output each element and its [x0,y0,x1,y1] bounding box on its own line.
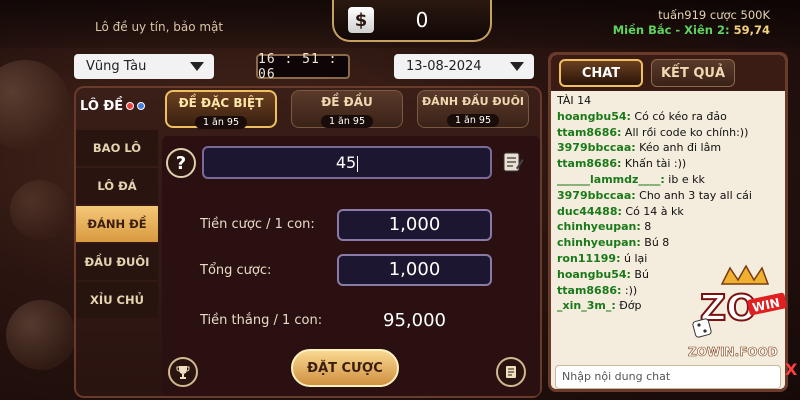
bet-per-input[interactable]: 1,000 [337,209,492,241]
place-bet-button[interactable]: ĐẶT CƯỢC [291,349,399,387]
tab-de-dau[interactable]: ĐỀ ĐẦU 1 ăn 95 [291,90,403,128]
lode-logo-text: LÔ ĐỀ [80,98,124,114]
trophy-button[interactable] [168,357,198,387]
chat-text: Khấn tài :)) [621,157,687,171]
chat-username[interactable]: hoangbu54: [557,110,631,123]
side-item-danh-de[interactable]: ĐÁNH ĐỀ [76,206,158,242]
side-item-dau-duoi[interactable]: ĐẦU ĐUÔI [76,244,158,280]
chat-tabs: CHAT KẾT QUẢ [551,55,785,91]
win-per-value: 95,000 [383,310,446,331]
chat-username[interactable]: chinhyeupan: [557,236,641,249]
recent-bet-line: tuấn919 cược 500K [658,8,770,22]
date-select[interactable]: 13-08-2024 [394,54,534,79]
chat-message: ______lammdz____: ib e kk [557,172,785,188]
tab-de-dac-biet[interactable]: ĐỀ ĐẶC BIỆT 1 ăn 95 [165,90,277,129]
background-ball [0,60,70,150]
side-item-lo-da[interactable]: LÔ ĐÁ [76,168,158,204]
chat-message: duc44488: Có 14 à kk [557,204,785,220]
chat-username[interactable]: ttam8686: [557,157,621,170]
text-cursor [357,155,359,172]
region-odds-line: Miền Bắc - Xiên 2: 59,74 [613,23,770,38]
lode-logo: LÔ ĐỀ [80,93,156,119]
chat-message: hoangbu54: Có có kéo ra đảo [557,109,785,125]
chat-message: 3979bbccaa: Cho anh 3 tay all cái [557,188,785,204]
history-button[interactable] [496,357,526,387]
lottery-ball-icon [126,102,135,110]
bet-type-tabs: ĐỀ ĐẶC BIỆT 1 ăn 95 ĐỀ ĐẦU 1 ăn 95 ĐÁNH … [165,90,535,130]
notepad-icon[interactable] [502,151,524,173]
tab-ket-qua[interactable]: KẾT QUẢ [651,59,735,87]
number-input[interactable]: 45 [202,146,492,179]
site-subtitle: Lô đề uy tín, bảo mật [95,20,224,34]
chat-text: Có có kéo ra đảo [630,109,727,123]
chat-text: Kéo anh đi lâm [635,141,722,155]
background-ball [10,180,70,240]
chat-text: 8 [640,220,652,234]
side-item-bao-lo[interactable]: BAO LÔ [76,130,158,166]
chat-username[interactable]: duc44488: [557,205,622,218]
chat-text: ú lại [620,251,648,265]
region-odds-value: 59,74 [733,23,770,37]
balance-box: $ 0 [332,0,492,42]
odds-badge: 1 ăn 95 [320,115,373,128]
balance-value: 0 [415,8,429,32]
total-bet-label: Tổng cược: [200,263,272,278]
receipt-icon [506,366,516,378]
chat-username[interactable]: hoangbu54: [557,268,631,281]
total-bet-value: 1,000 [337,254,492,286]
region-label: Miền Bắc - Xiên 2: [612,23,730,37]
dollar-icon: $ [348,7,374,33]
odds-badge: 1 ăn 95 [446,114,499,127]
odds-badge: 1 ăn 95 [194,116,247,129]
chat-message: TÀI 14 [557,93,785,109]
tab-chat[interactable]: CHAT [559,59,643,87]
chat-text: Có 14 à kk [621,204,684,218]
chat-text: ib e kk [664,172,705,186]
chevron-down-icon [510,62,524,71]
chat-text: Bú [630,267,649,281]
lottery-ball-icon [137,102,146,110]
svg-text:ZOWIN.FOOD: ZOWIN.FOOD [688,345,778,359]
help-button[interactable]: ? [166,148,196,178]
chat-text: Cho anh 3 tay all cái [635,188,752,202]
chat-message: ttam8686: All rồi code ko chính:)) [557,125,785,141]
side-menu: BAO LÔ LÔ ĐÁ ĐÁNH ĐỀ ĐẦU ĐUÔI XỈU CHỦ [76,130,158,320]
number-input-value: 45 [335,153,357,172]
bet-per-label: Tiền cược / 1 con: [200,217,315,232]
win-per-label: Tiền thắng / 1 con: [200,313,323,328]
chat-text: TÀI 14 [557,94,592,107]
chat-username[interactable]: chinhyeupan: [557,220,641,233]
chat-input[interactable]: Nhập nội dung chat [555,365,781,389]
chat-username[interactable]: 3979bbccaa: [557,141,636,154]
chat-username[interactable]: 3979bbccaa: [557,189,636,202]
chat-text: All rồi code ko chính:)) [621,125,749,139]
chat-text: :)) [621,283,638,297]
chat-text: Bú 8 [640,236,670,250]
background-ball [6,300,76,370]
close-icon[interactable]: X [785,360,797,379]
chat-username[interactable]: ron11199: [557,252,620,265]
chat-message: ttam8686: Khấn tài :)) [557,156,785,172]
trophy-icon [176,366,190,379]
tab-danh-dau-duoi[interactable]: ĐÁNH ĐẦU ĐUÔI 1 ăn 95 [417,90,529,128]
province-select[interactable]: Vũng Tàu [74,54,214,79]
side-item-xiu-chu[interactable]: XỈU CHỦ [76,282,158,318]
province-select-value: Vũng Tàu [86,59,147,74]
chat-message: chinhyeupan: 8 [557,219,785,235]
chat-username[interactable]: ______lammdz____: [557,173,665,186]
chat-username[interactable]: ttam8686: [557,284,621,297]
date-select-value: 13-08-2024 [406,59,482,74]
chat-message: 3979bbccaa: Kéo anh đi lâm [557,140,785,156]
countdown-clock: 16 : 51 : 06 [256,52,350,82]
chat-text: Đớp [615,299,642,313]
chat-username[interactable]: _xin_3m_: [557,299,616,312]
chevron-down-icon [190,62,204,71]
chat-message: chinhyeupan: Bú 8 [557,235,785,251]
zowin-logo: ZO WIN ZOWIN.FOOD [688,264,787,359]
top-right-info: tuấn919 cược 500K Miền Bắc - Xiên 2: 59,… [613,8,770,38]
chat-username[interactable]: ttam8686: [557,126,621,139]
